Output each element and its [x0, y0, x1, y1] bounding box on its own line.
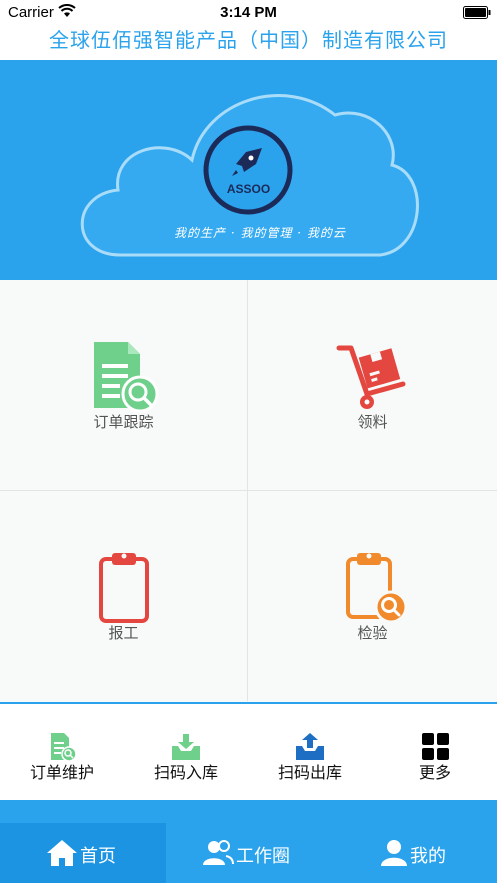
- slogan: 我的生产 · 我的管理 · 我的云: [174, 226, 346, 240]
- page-title: 全球伍佰强智能产品（中国）制造有限公司: [49, 28, 448, 52]
- grid-item-work-report[interactable]: 报工: [0, 491, 248, 701]
- grid-item-material-pick[interactable]: 领料: [248, 280, 497, 491]
- tab-mine[interactable]: 我的: [332, 823, 497, 883]
- quick-action-bar: 订单维护 扫码入库 扫码出库 更多: [0, 704, 497, 800]
- grid-item-order-tracking[interactable]: 订单跟踪: [0, 280, 248, 491]
- grid-item-label: 检验: [357, 624, 388, 642]
- users-icon: [203, 840, 234, 865]
- inbox-download-icon: [172, 734, 200, 760]
- tab-home[interactable]: 首页: [0, 823, 166, 883]
- tab-label: 首页: [80, 846, 116, 867]
- document-search-icon: [51, 733, 77, 762]
- quick-action-label: 扫码出库: [277, 763, 342, 782]
- hand-truck-icon: [336, 345, 405, 409]
- quick-action-more[interactable]: 更多: [373, 704, 497, 800]
- status-bar: Carrier 3:14 PM: [0, 0, 497, 24]
- inbox-upload-icon: [296, 733, 324, 760]
- user-icon: [381, 840, 407, 866]
- quick-action-scan-outbound[interactable]: 扫码出库: [248, 704, 372, 800]
- tab-work-circle[interactable]: 工作圈: [166, 823, 332, 883]
- home-icon: [47, 840, 77, 866]
- clipboard-search-icon: [345, 553, 407, 624]
- grid-item-label: 领料: [357, 413, 388, 431]
- document-search-icon: [93, 342, 158, 413]
- quick-action-scan-inbound[interactable]: 扫码入库: [124, 704, 248, 800]
- clipboard-icon: [98, 553, 149, 623]
- grid-item-inspection[interactable]: 检验: [248, 491, 497, 701]
- grid-icon: [422, 733, 449, 760]
- quick-action-order-maintenance[interactable]: 订单维护: [0, 704, 124, 800]
- cloud-illustration: [80, 94, 419, 257]
- grid-item-label: 订单跟踪: [93, 413, 154, 431]
- quick-action-label: 扫码入库: [153, 763, 218, 782]
- banner: ASSOO 我的生产 · 我的管理 · 我的云: [0, 60, 497, 280]
- separator-strip: [0, 800, 497, 823]
- battery-icon: [463, 6, 491, 19]
- quick-action-label: 订单维护: [29, 763, 94, 782]
- grid-item-label: 报工: [108, 624, 139, 642]
- logo-text: ASSOO: [226, 182, 271, 196]
- function-grid: 订单跟踪 领料 报工 检验: [0, 280, 497, 702]
- quick-action-label: 更多: [418, 763, 451, 782]
- clock: 3:14 PM: [220, 4, 277, 21]
- tab-bar: 首页 工作圈 我的: [0, 823, 497, 883]
- tab-label: 我的: [410, 846, 446, 867]
- tab-label: 工作圈: [236, 846, 290, 867]
